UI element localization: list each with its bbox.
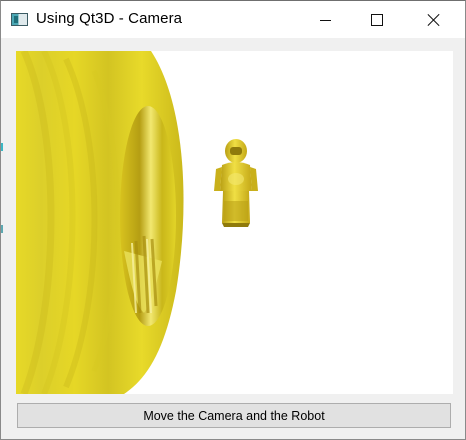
close-icon bbox=[427, 13, 441, 27]
close-button[interactable] bbox=[411, 1, 457, 38]
window-edge-highlight bbox=[1, 143, 3, 151]
window-edge-highlight bbox=[1, 225, 3, 233]
3d-viewport[interactable] bbox=[16, 51, 453, 394]
torus-object bbox=[16, 51, 184, 394]
maximize-icon bbox=[371, 13, 383, 26]
scene-render bbox=[16, 51, 258, 394]
robot-object bbox=[214, 139, 258, 227]
title-bar[interactable]: Using Qt3D - Camera bbox=[1, 1, 465, 38]
qt-app-icon bbox=[11, 13, 28, 26]
move-camera-robot-button[interactable]: Move the Camera and the Robot bbox=[17, 403, 451, 428]
app-window: Using Qt3D - Camera Move the Camera and … bbox=[0, 0, 466, 440]
maximize-button[interactable] bbox=[354, 1, 400, 38]
minimize-button[interactable] bbox=[302, 1, 348, 38]
minimize-icon bbox=[319, 20, 331, 21]
window-title: Using Qt3D - Camera bbox=[36, 10, 183, 27]
